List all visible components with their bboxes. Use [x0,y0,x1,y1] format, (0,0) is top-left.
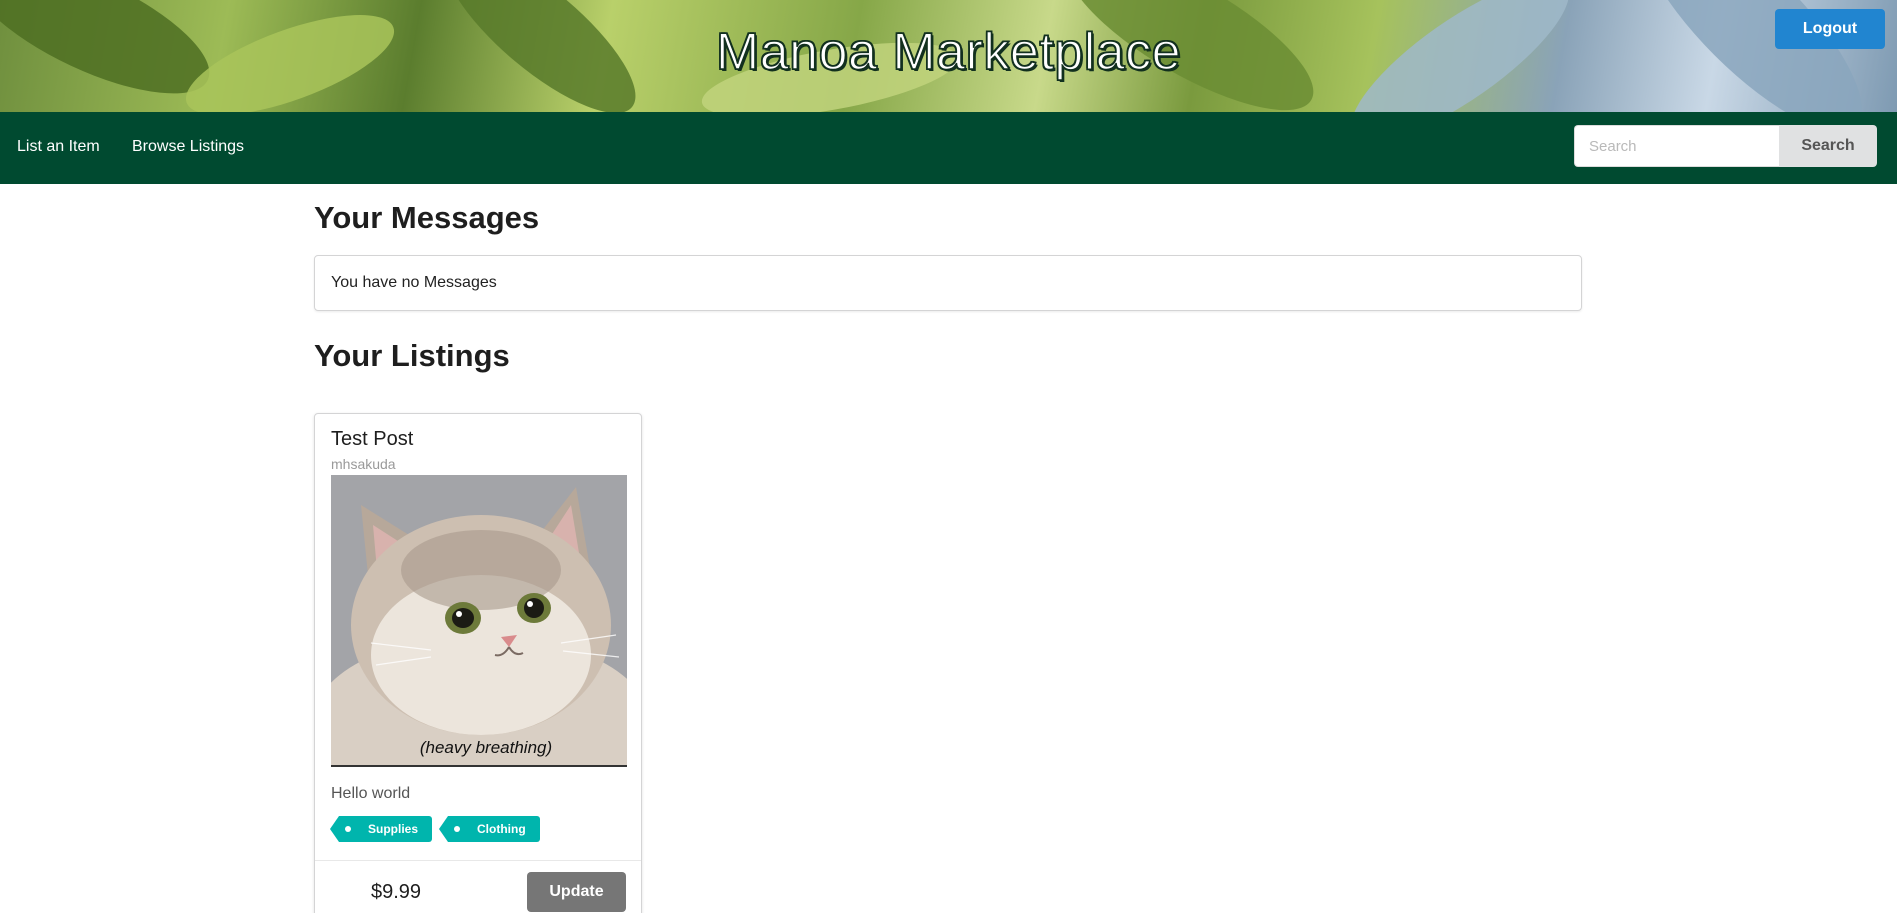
tag-hole-icon [454,826,461,832]
search-bar: Search [1574,125,1877,167]
messages-panel: You have no Messages [314,255,1582,311]
header-banner: Manoa Marketplace Logout [0,0,1897,112]
listing-owner: mhsakuda [331,456,396,472]
cat-photo: (heavy breathing) [331,475,627,767]
tag-supplies[interactable]: Supplies [329,816,433,842]
messages-heading: Your Messages [314,200,540,235]
tag-hole-icon [345,826,351,832]
nav-list-an-item[interactable]: List an Item [17,138,100,156]
site-title: Manoa Marketplace [715,22,1182,82]
card-divider [315,860,641,861]
listing-tags: Supplies Clothing [329,816,540,842]
search-input[interactable] [1574,125,1779,167]
logout-button[interactable]: Logout [1775,9,1885,49]
no-messages-text: You have no Messages [331,274,497,291]
listing-image: (heavy breathing) [331,475,627,767]
tag-label: Clothing [477,822,526,836]
search-button[interactable]: Search [1779,125,1877,167]
tag-label: Supplies [368,822,419,836]
tag-clothing[interactable]: Clothing [439,816,540,842]
listing-title: Test Post [331,428,414,450]
listing-price: $9.99 [371,881,422,903]
top-navbar: List an Item Browse Listings Search [0,112,1897,184]
image-caption: (heavy breathing) [420,738,552,757]
nav-browse-listings[interactable]: Browse Listings [132,138,244,156]
update-button[interactable]: Update [527,872,626,912]
listings-heading: Your Listings [314,338,510,373]
listing-card: Test Post mhsakuda (heavy breathing) Hel… [314,413,642,913]
listing-description: Hello world [331,785,411,802]
